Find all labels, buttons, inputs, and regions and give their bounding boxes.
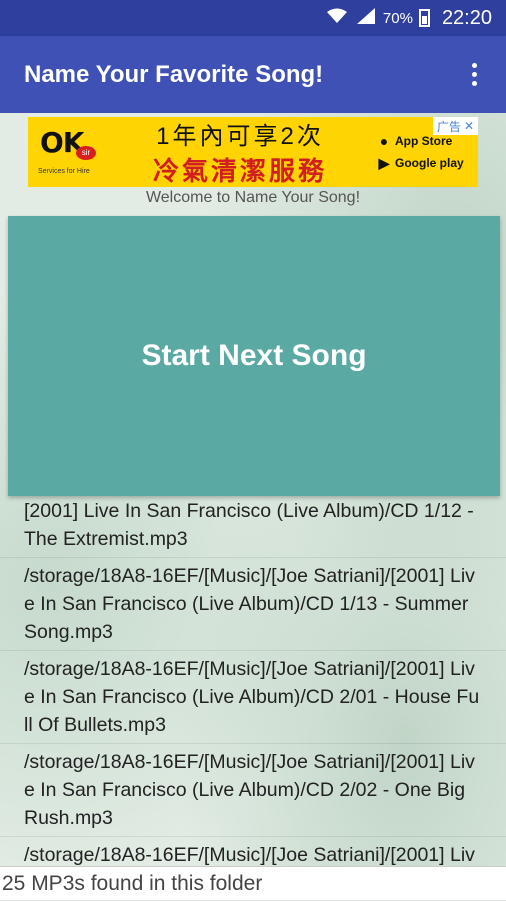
ad-banner[interactable]: OK sir Services for Hire 1年內可享2次 冷氣清潔服務 … — [28, 117, 478, 187]
list-item[interactable]: /storage/18A8-16EF/[Music]/[Joe Satriani… — [0, 558, 506, 651]
google-play-badge[interactable]: ▶ Google play — [376, 155, 470, 172]
apple-icon: ● — [379, 132, 389, 149]
ad-headline: 1年內可享2次 — [156, 123, 324, 150]
overflow-menu-icon[interactable] — [454, 55, 494, 95]
battery-percent: 70% — [382, 9, 413, 27]
ad-choices-label[interactable]: 广告 ✕ — [432, 117, 478, 135]
play-icon: ▶ — [378, 154, 390, 171]
clock: 22:20 — [441, 6, 492, 29]
wifi-icon — [326, 8, 347, 29]
close-icon[interactable]: ✕ — [464, 119, 474, 133]
list-item[interactable]: [2001] Live In San Francisco (Live Album… — [0, 493, 506, 558]
ok-sir-logo: OK sir Services for Hire — [34, 124, 104, 180]
welcome-text: Welcome to Name Your Song! — [145, 189, 361, 206]
ad-subheadline: 冷氣清潔服務 — [152, 156, 327, 186]
list-item[interactable]: /storage/18A8-16EF/[Music]/[Joe Satriani… — [0, 837, 506, 867]
app-title: Name Your Favorite Song! — [24, 60, 324, 88]
app-bar: Name Your Favorite Song! — [0, 36, 506, 113]
status-bar: 70% 22:20 — [0, 0, 506, 36]
main-content: OK sir Services for Hire 1年內可享2次 冷氣清潔服務 … — [0, 113, 506, 900]
list-item[interactable]: /storage/18A8-16EF/[Music]/[Joe Satriani… — [0, 744, 506, 837]
song-list[interactable]: [2001] Live In San Francisco (Live Album… — [0, 493, 506, 867]
battery-icon — [418, 9, 430, 27]
list-item[interactable]: /storage/18A8-16EF/[Music]/[Joe Satriani… — [0, 651, 506, 744]
signal-icon — [356, 7, 375, 29]
mp3-count-status: 25 MP3s found in this folder — [0, 866, 506, 900]
start-next-song-button[interactable]: Start Next Song — [8, 216, 500, 496]
